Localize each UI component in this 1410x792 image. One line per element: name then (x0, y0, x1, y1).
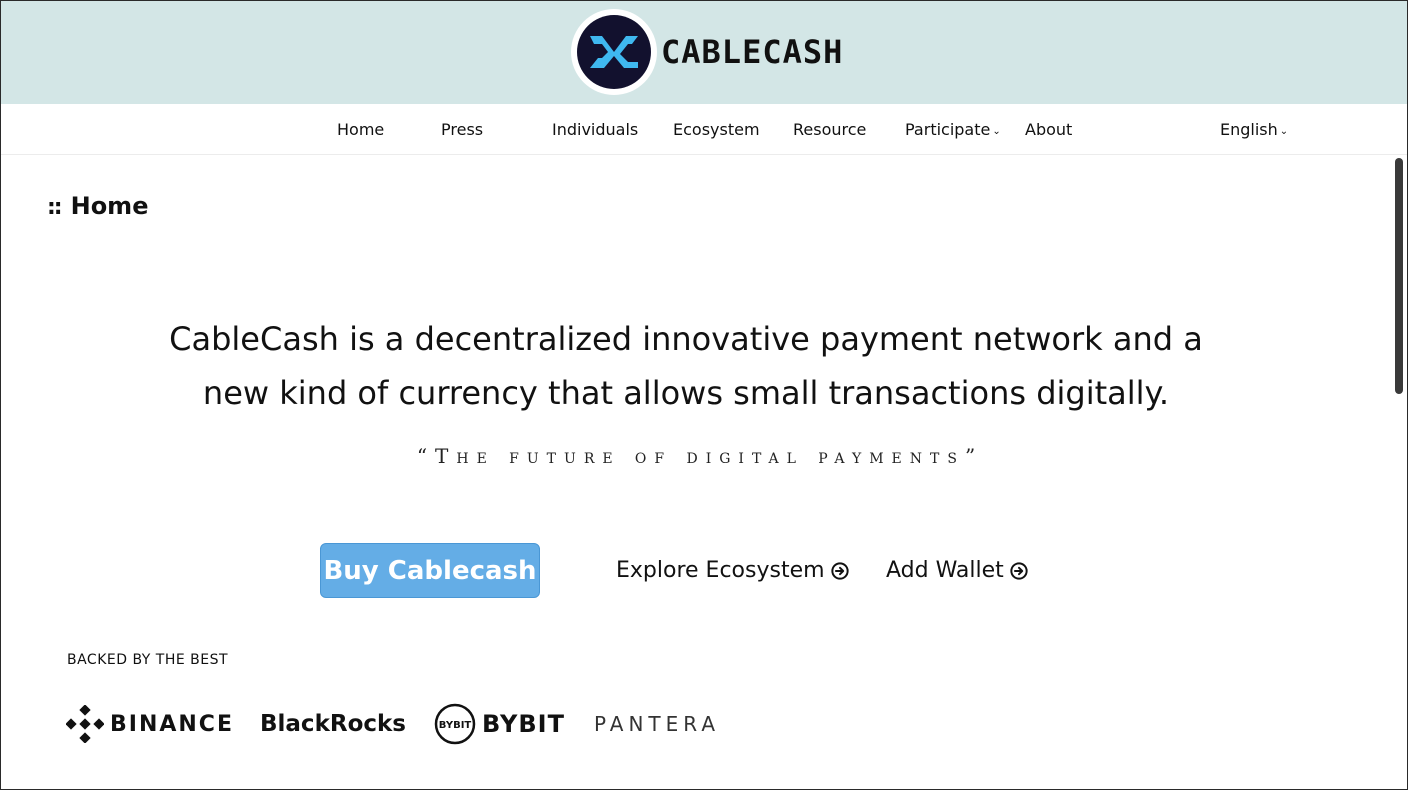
brand-name: CABLECASH (661, 33, 844, 71)
bybit-badge-icon: BYBIT (434, 703, 476, 745)
main-nav: Home Press Individuals Ecosystem Resourc… (1, 104, 1407, 155)
nav-item-individuals[interactable]: Individuals (552, 120, 638, 139)
brand-logo[interactable]: CABLECASH (571, 9, 843, 95)
circle-arrow-right-icon (830, 561, 849, 580)
grip-dots-icon: :: (47, 195, 63, 220)
chevron-down-icon: ⌄ (1279, 126, 1289, 137)
partner-pantera: PANTERA (594, 704, 720, 744)
logo-mark-icon (577, 15, 651, 89)
logo-circle (571, 9, 657, 95)
explore-ecosystem-label: Explore Ecosystem (616, 558, 825, 583)
partner-name: BINANCE (110, 711, 234, 737)
hero-headline: CableCash is a decentralized innovative … (169, 320, 1203, 412)
binance-logo-icon (66, 705, 104, 743)
partner-blackrocks: BlackRocks (260, 704, 406, 744)
language-selector[interactable]: English ⌄ (1220, 120, 1288, 139)
nav-item-home[interactable]: Home (337, 120, 384, 139)
nav-item-resource[interactable]: Resource (793, 120, 866, 139)
add-wallet-link[interactable]: Add Wallet (886, 558, 1028, 583)
partner-bybit: BYBIT BYBIT (434, 703, 565, 745)
add-wallet-label: Add Wallet (886, 558, 1004, 583)
buy-cablecash-button[interactable]: Buy Cablecash (320, 543, 540, 598)
partner-name: BlackRocks (260, 711, 406, 737)
scrollbar-thumb[interactable] (1395, 158, 1403, 394)
nav-item-press[interactable]: Press (441, 120, 483, 139)
nav-item-about[interactable]: About (1025, 120, 1072, 139)
nav-item-participate[interactable]: Participate ⌄ (905, 120, 1001, 139)
chevron-down-icon: ⌄ (992, 126, 1001, 137)
nav-item-ecosystem[interactable]: Ecosystem (673, 120, 760, 139)
page-title-text: Home (70, 192, 149, 220)
circle-arrow-right-icon (1010, 561, 1028, 580)
page-title: :: Home (47, 192, 148, 220)
partners-heading: BACKED BY THE BEST (67, 652, 229, 668)
nav-item-participate-label: Participate (905, 120, 991, 139)
partner-name: PANTERA (594, 712, 721, 736)
explore-ecosystem-link[interactable]: Explore Ecosystem (616, 558, 849, 583)
hero-tagline: “The future of digital payments” (416, 444, 984, 468)
partner-name: BYBIT (482, 710, 565, 738)
partner-binance: BINANCE (66, 704, 234, 744)
bybit-badge-text: BYBIT (439, 720, 472, 731)
language-label: English (1220, 120, 1278, 139)
